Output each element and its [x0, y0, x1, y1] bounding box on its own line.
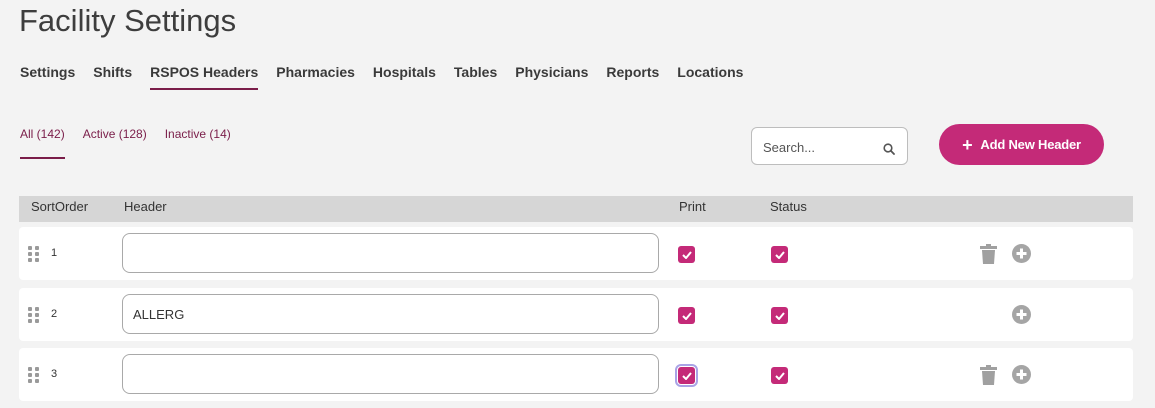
column-status: Status [770, 199, 807, 214]
plus-icon: + [962, 134, 973, 155]
tab-pharmacies[interactable]: Pharmacies [276, 64, 355, 90]
status-checkbox[interactable] [771, 367, 788, 384]
search-input[interactable] [761, 136, 875, 158]
trash-icon[interactable] [980, 365, 997, 390]
sort-order-value: 1 [51, 247, 58, 259]
tab-reports[interactable]: Reports [606, 64, 659, 90]
page-title: Facility Settings [19, 3, 237, 38]
table-header: SortOrder Header Print Status [19, 196, 1133, 222]
tab-rspos-headers[interactable]: RSPOS Headers [150, 64, 259, 90]
search-icon[interactable] [883, 142, 895, 160]
filter-all[interactable]: All (142) [20, 127, 65, 159]
header-input[interactable] [122, 354, 659, 394]
settings-nav: Settings Shifts RSPOS Headers Pharmacies… [20, 64, 761, 90]
check-icon [681, 250, 692, 259]
sort-order-value: 2 [51, 308, 58, 320]
status-filter-tabs: All (142) Active (128) Inactive (14) [20, 127, 249, 159]
add-new-header-button[interactable]: + Add New Header [939, 124, 1104, 165]
tab-hospitals[interactable]: Hospitals [373, 64, 436, 90]
column-print: Print [679, 199, 706, 214]
print-checkbox[interactable] [675, 364, 698, 387]
table-row: 2 [19, 288, 1133, 341]
column-header: Header [124, 199, 167, 214]
check-icon [774, 371, 785, 380]
sort-order-value: 3 [51, 368, 58, 380]
add-new-header-label: Add New Header [980, 137, 1081, 152]
check-icon [681, 311, 692, 320]
search-box [751, 127, 908, 165]
tab-physicians[interactable]: Physicians [515, 64, 588, 90]
column-sortorder: SortOrder [31, 199, 89, 214]
print-checkbox[interactable] [678, 307, 695, 324]
filter-active[interactable]: Active (128) [83, 127, 147, 159]
check-icon [681, 371, 692, 380]
add-row-icon[interactable] [1012, 365, 1031, 389]
print-checkbox[interactable] [678, 246, 695, 263]
check-icon [774, 311, 785, 320]
tab-shifts[interactable]: Shifts [93, 64, 132, 90]
status-checkbox[interactable] [771, 246, 788, 263]
tab-settings[interactable]: Settings [20, 64, 75, 90]
add-row-icon[interactable] [1012, 244, 1031, 268]
trash-icon[interactable] [980, 244, 997, 269]
header-input[interactable] [122, 233, 659, 273]
table-row: 3 [19, 348, 1133, 401]
drag-handle-icon[interactable] [28, 246, 39, 267]
drag-handle-icon[interactable] [28, 307, 39, 328]
tab-tables[interactable]: Tables [454, 64, 497, 90]
drag-handle-icon[interactable] [28, 367, 39, 388]
status-checkbox[interactable] [771, 307, 788, 324]
check-icon [774, 250, 785, 259]
filter-inactive[interactable]: Inactive (14) [165, 127, 231, 159]
table-row: 1 [19, 227, 1133, 280]
header-input[interactable] [122, 294, 659, 334]
add-row-icon[interactable] [1012, 305, 1031, 329]
tab-locations[interactable]: Locations [677, 64, 743, 90]
